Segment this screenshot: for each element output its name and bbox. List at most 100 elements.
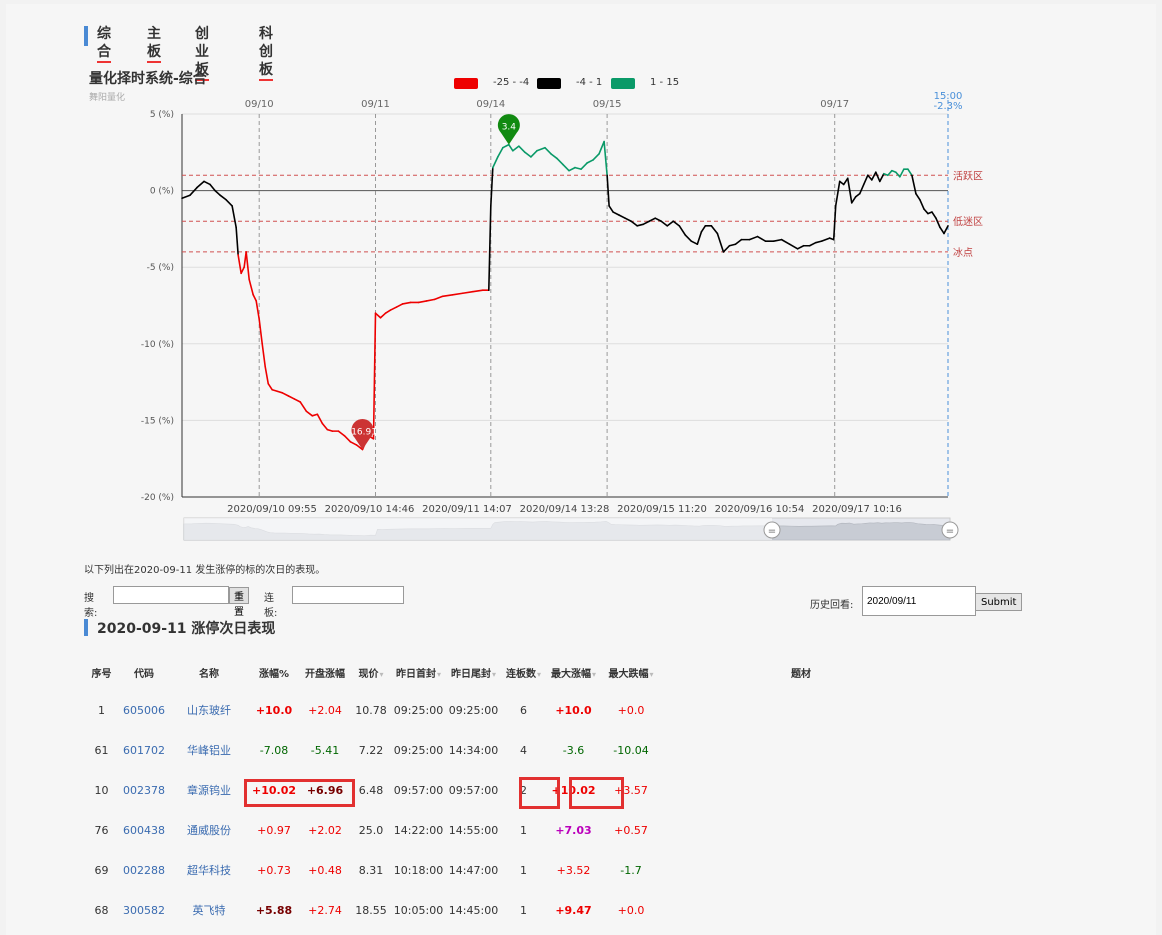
- series-segment: [923, 208, 929, 215]
- series-segment: [349, 441, 358, 446]
- table-row[interactable]: 10 002378 章源钨业 +10.02 +6.96 6.48 09:57:00 09:57…: [84, 770, 941, 810]
- section-accent-bar: [84, 619, 88, 636]
- series-segment: [261, 342, 267, 368]
- series-segment: [820, 237, 831, 242]
- series-line: [181, 140, 949, 451]
- cell-max-change: +9.47: [555, 903, 592, 917]
- max-marker-label: 3.4: [502, 123, 517, 133]
- stock-name-link[interactable]: 华峰铝业: [169, 730, 249, 770]
- series-segment: [660, 220, 669, 227]
- series-segment: [866, 174, 873, 181]
- series-segment: [235, 226, 239, 256]
- series-segment: [395, 303, 404, 308]
- table-row[interactable]: 68 300582 英飞特 +5.88 +2.74 18.55 10:05:00 14:45:…: [84, 890, 941, 930]
- series-segment: [562, 163, 570, 172]
- series-segment: [316, 413, 324, 425]
- x-tick-label: 2020/09/16 10:54: [715, 504, 805, 515]
- column-header[interactable]: 最大跌幅▾: [601, 654, 661, 690]
- series-segment: [943, 225, 949, 235]
- series-segment: [379, 312, 387, 319]
- series-segment: [666, 220, 675, 227]
- stock-name-link[interactable]: 山东玻纤: [169, 690, 249, 730]
- stock-code-link[interactable]: 300582: [119, 890, 169, 930]
- top-date-label: 09/11: [361, 99, 390, 110]
- cell-min-change: -1.7: [620, 863, 642, 877]
- stock-code-link[interactable]: 605006: [119, 690, 169, 730]
- column-header[interactable]: 昨日首封▾: [391, 654, 446, 690]
- cell-last-seal: 14:34:00: [448, 743, 499, 757]
- sort-arrow-icon[interactable]: ▾: [379, 670, 383, 679]
- series-segment: [384, 309, 392, 314]
- top-date-label: 09/10: [245, 99, 274, 110]
- stock-name-link[interactable]: 章源钨业: [169, 770, 249, 810]
- timing-chart[interactable]: 活跃区低迷区冰点 5 (%) 0 (%) -5 (%) -10 (%) -15 (%) -…: [0, 0, 1162, 560]
- cell-price: 18.55: [355, 903, 387, 917]
- series-segment: [305, 410, 314, 417]
- range-navigator[interactable]: = =: [183, 517, 959, 541]
- series-segment: [508, 143, 514, 152]
- series-segment: [608, 205, 614, 213]
- cell-no: 10: [94, 783, 109, 797]
- series-segment: [530, 149, 538, 158]
- stock-code-link[interactable]: 002378: [119, 770, 169, 810]
- highlight-box-lianban: [519, 777, 560, 809]
- series-segment: [518, 145, 526, 154]
- sort-arrow-icon[interactable]: ▾: [592, 670, 596, 679]
- column-header[interactable]: 昨日尾封▾: [446, 654, 501, 690]
- sort-arrow-icon[interactable]: ▾: [537, 670, 541, 679]
- table-row[interactable]: 76 600438 通威股份 +0.97 +2.02 25.0 14:22:00 14:55:…: [84, 810, 941, 850]
- cell-last-seal: 14:55:00: [448, 823, 499, 837]
- series-segment: [879, 172, 885, 183]
- series-segment: [441, 293, 454, 298]
- table-row[interactable]: 61 601702 华峰铝业 -7.08 -5.41 7.22 09:25:00 14:34:…: [84, 730, 941, 770]
- series-segment: [636, 223, 645, 227]
- table-row[interactable]: 69 002288 超华科技 +0.73 +0.48 8.31 10:18:00 14:47:…: [84, 850, 941, 890]
- stock-code-link[interactable]: 601702: [119, 730, 169, 770]
- stock-code-link[interactable]: 002288: [119, 850, 169, 890]
- zone-label: 低迷区: [953, 215, 983, 228]
- column-header[interactable]: 连板数▾: [501, 654, 546, 690]
- table-row[interactable]: 1 605006 山东玻纤 +10.0 +2.04 10.78 09:25:00 09:25:…: [84, 690, 941, 730]
- series-segment: [389, 306, 398, 311]
- sort-arrow-icon[interactable]: ▾: [492, 670, 496, 679]
- stock-name-link[interactable]: 超华科技: [169, 850, 249, 890]
- cell-change: +0.73: [257, 863, 291, 877]
- cell-theme: [661, 730, 941, 770]
- cell-first-seal: 14:22:00: [393, 823, 444, 837]
- stock-code-link[interactable]: 600438: [119, 810, 169, 850]
- sort-arrow-icon[interactable]: ▾: [649, 670, 653, 679]
- x-axis-labels: 2020/09/10 09:55 2020/09/10 14:46 2020/09/…: [227, 504, 902, 515]
- x-tick-label: 2020/09/14 13:28: [520, 504, 610, 515]
- series-segment: [550, 153, 558, 160]
- series-segment: [887, 169, 893, 177]
- column-header: 代码: [119, 654, 169, 690]
- column-header[interactable]: 现价▾: [351, 654, 391, 690]
- series-segment: [690, 240, 699, 246]
- sort-arrow-icon[interactable]: ▾: [437, 670, 441, 679]
- submit-button[interactable]: Submit: [975, 593, 1023, 611]
- cell-no: 68: [94, 903, 109, 917]
- y-tick-label: -20 (%): [141, 493, 174, 503]
- series-segment: [321, 422, 329, 431]
- column-header[interactable]: 最大涨幅▾: [546, 654, 601, 690]
- lianban-input[interactable]: [292, 586, 404, 604]
- series-segment: [796, 244, 805, 250]
- cell-price: 10.78: [355, 703, 387, 717]
- search-input[interactable]: [113, 586, 229, 604]
- chart-zones: 活跃区低迷区冰点: [182, 170, 983, 259]
- cell-theme: [661, 890, 941, 930]
- series-segment: [728, 243, 737, 247]
- stock-name-link[interactable]: 英飞特: [169, 890, 249, 930]
- series-segment: [568, 166, 576, 172]
- column-header-label: 序号: [91, 668, 112, 680]
- series-segment: [931, 211, 937, 219]
- cell-change: -7.08: [259, 743, 289, 757]
- stock-name-link[interactable]: 通威股份: [169, 810, 249, 850]
- reset-button[interactable]: 重置: [229, 587, 249, 618]
- cell-first-seal: 09:25:00: [393, 703, 444, 717]
- history-label: 历史回看:: [810, 600, 854, 611]
- cell-first-seal: 10:05:00: [393, 903, 444, 917]
- history-date-input[interactable]: [862, 586, 976, 616]
- cell-lianban: 4: [520, 743, 527, 757]
- cell-last-seal: 14:45:00: [448, 903, 499, 917]
